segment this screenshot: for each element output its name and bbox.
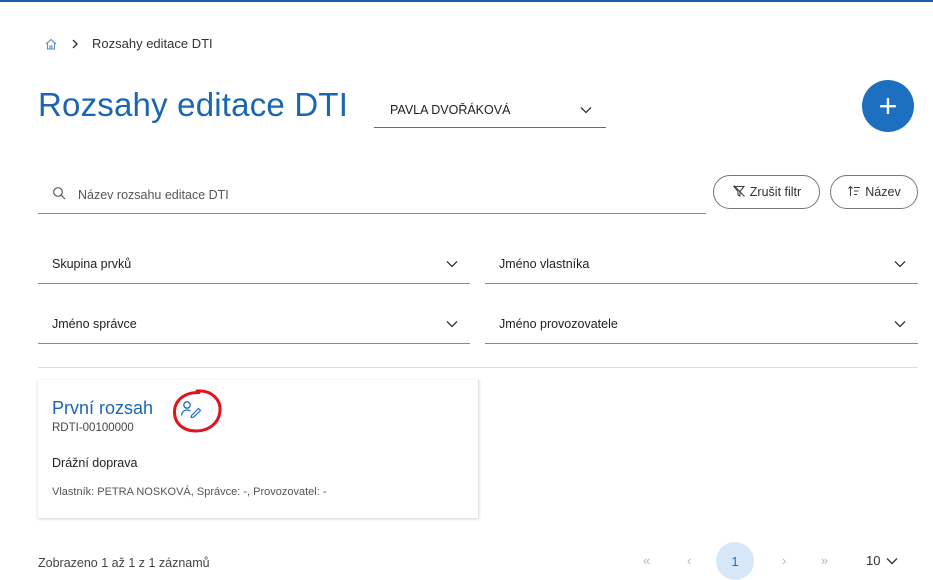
- item-id: RDTI-00100000: [52, 422, 134, 434]
- breadcrumb-current: Rozsahy editace DTI: [92, 36, 213, 51]
- search-input[interactable]: Název rozsahu editace DTI: [38, 176, 706, 214]
- clear-filter-label: Zrušit filtr: [749, 185, 802, 199]
- chevron-down-icon: [886, 553, 898, 568]
- home-icon[interactable]: [44, 37, 58, 51]
- sort-label: Název: [865, 185, 901, 199]
- user-select[interactable]: PAVLA DVOŘÁKOVÁ: [374, 92, 606, 128]
- item-type: Drážní doprava: [52, 456, 138, 470]
- list-item[interactable]: První rozsah RDTI-00100000 Drážní doprav…: [38, 380, 479, 518]
- filter-owner-select[interactable]: Jméno vlastníka: [485, 244, 918, 284]
- chevron-down-icon: [580, 103, 592, 117]
- page-size-value: 10: [866, 553, 881, 568]
- filter-operator-label: Jméno provozovatele: [499, 316, 618, 331]
- chevron-down-icon: [894, 317, 906, 331]
- next-page-button[interactable]: ›: [782, 553, 786, 568]
- first-page-button[interactable]: «: [643, 553, 650, 568]
- filter-admin-label: Jméno správce: [52, 316, 137, 331]
- page-size-select[interactable]: 10: [866, 553, 898, 568]
- chevron-down-icon: [894, 257, 906, 271]
- chevron-down-icon: [446, 317, 458, 331]
- chevron-right-icon: [70, 38, 80, 50]
- add-button[interactable]: +: [862, 80, 914, 132]
- prev-page-button[interactable]: ‹: [687, 553, 691, 568]
- sort-icon: [847, 184, 861, 201]
- sort-button[interactable]: Název: [830, 175, 918, 209]
- filter-admin-select[interactable]: Jméno správce: [38, 304, 470, 344]
- item-meta: Vlastník: PETRA NOSKOVÁ, Správce: -, Pro…: [52, 486, 327, 498]
- page-title: Rozsahy editace DTI: [38, 86, 349, 123]
- search-icon: [52, 186, 66, 203]
- chevron-down-icon: [446, 257, 458, 271]
- filter-group-select[interactable]: Skupina prvků: [38, 244, 470, 284]
- item-title[interactable]: První rozsah: [52, 398, 153, 419]
- breadcrumb: Rozsahy editace DTI: [44, 36, 213, 51]
- current-page-button[interactable]: 1: [716, 542, 754, 580]
- filter-owner-label: Jméno vlastníka: [499, 256, 590, 271]
- search-placeholder: Název rozsahu editace DTI: [78, 187, 229, 202]
- filter-group-label: Skupina prvků: [52, 256, 132, 271]
- section-divider: [38, 367, 918, 368]
- user-select-value: PAVLA DVOŘÁKOVÁ: [390, 102, 511, 117]
- filter-off-icon: [732, 184, 746, 201]
- user-edit-icon[interactable]: [180, 400, 202, 419]
- results-summary: Zobrazeno 1 až 1 z 1 záznamů: [38, 556, 210, 570]
- top-border: [0, 0, 933, 2]
- clear-filter-button[interactable]: Zrušit filtr: [713, 175, 820, 209]
- filter-operator-select[interactable]: Jméno provozovatele: [485, 304, 918, 344]
- last-page-button[interactable]: »: [821, 553, 828, 568]
